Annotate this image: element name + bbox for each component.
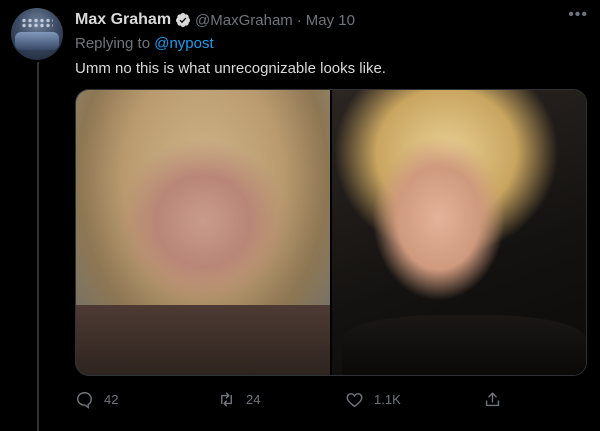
author-name[interactable]: Max Graham	[75, 11, 171, 29]
tweet-text: Umm no this is what unrecognizable looks…	[75, 60, 386, 77]
reply-button[interactable]: 42	[75, 390, 118, 409]
like-button[interactable]: 1.1K	[345, 390, 401, 409]
tweet-media[interactable]	[75, 89, 587, 376]
share-button[interactable]	[483, 390, 502, 409]
heart-icon	[346, 393, 363, 408]
avatar-crowd	[15, 32, 59, 50]
separator-dot: ·	[296, 11, 302, 29]
author-handle[interactable]: @MaxGraham	[195, 12, 293, 29]
avatar[interactable]	[11, 8, 63, 60]
retweet-icon	[221, 392, 232, 407]
retweet-button[interactable]: 24	[217, 390, 260, 409]
retweet-count: 24	[246, 392, 261, 407]
photo-right-dress	[342, 315, 586, 375]
reply-count: 42	[104, 392, 119, 407]
replying-prefix: Replying to	[75, 35, 155, 52]
more-icon[interactable]: •••	[568, 7, 588, 23]
replying-mention-link[interactable]: @nypost	[154, 35, 213, 52]
avatar-lights	[21, 18, 53, 28]
photo-right[interactable]	[330, 90, 586, 375]
replying-to: Replying to @nypost	[75, 35, 214, 52]
photo-left-shirt	[76, 305, 330, 375]
verified-badge-icon	[176, 13, 191, 27]
tweet-date[interactable]: May 10	[306, 12, 355, 29]
tweet-header: Max Graham @MaxGraham · May 10	[75, 9, 355, 31]
tweet-actions: 42 24 1.1K	[75, 390, 505, 412]
photo-left[interactable]	[76, 90, 330, 375]
reply-icon	[77, 392, 92, 409]
like-count: 1.1K	[374, 392, 401, 407]
share-icon	[485, 392, 500, 407]
thread-line	[37, 62, 39, 431]
